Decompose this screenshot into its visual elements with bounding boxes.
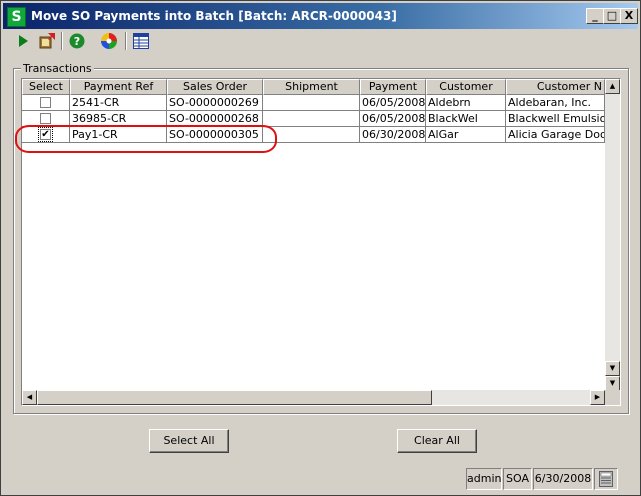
close-button[interactable]: X	[620, 8, 638, 24]
row-checkbox-checked[interactable]: ✔	[38, 127, 53, 142]
transactions-grid[interactable]: Select Payment Ref Sales Order Shipment …	[21, 78, 621, 406]
select-cell[interactable]	[22, 95, 70, 111]
scroll-right-icon[interactable]: ▶	[590, 390, 605, 405]
column-header-sales-order[interactable]: Sales Order	[167, 79, 263, 95]
column-header-customer[interactable]: Customer	[426, 79, 506, 95]
window-title: Move SO Payments into Batch [Batch: ARCR…	[31, 9, 397, 23]
calculator-icon[interactable]	[594, 468, 618, 490]
column-header-shipment[interactable]: Shipment	[263, 79, 360, 95]
scroll-left-icon[interactable]: ◀	[22, 390, 37, 405]
sales-order-cell: SO-0000000305	[167, 127, 263, 143]
minimize-button[interactable]: _	[586, 8, 604, 24]
sales-order-cell: SO-0000000268	[167, 111, 263, 127]
customer-name-cell: Blackwell Emulsion	[506, 111, 605, 127]
app-icon[interactable]: S	[7, 7, 26, 27]
toolbar-separator	[61, 32, 63, 50]
vertical-scrollbar[interactable]: ▲ ▼ ▼	[605, 79, 620, 391]
customer-name-cell: Alicia Garage Doors	[506, 127, 605, 143]
status-company: SOA	[503, 468, 532, 490]
grid-settings-icon[interactable]	[131, 31, 151, 51]
shipment-cell	[263, 111, 360, 127]
toolbar-separator	[125, 32, 127, 50]
column-header-payment[interactable]: Payment	[360, 79, 426, 95]
customer-cell: Aldebrn	[426, 95, 506, 111]
column-header-payment-ref[interactable]: Payment Ref	[70, 79, 167, 95]
payment-date-cell: 06/30/2008	[360, 127, 426, 143]
shipment-cell	[263, 95, 360, 111]
title-bar[interactable]: S Move SO Payments into Batch [Batch: AR…	[3, 3, 638, 29]
shipment-cell	[263, 127, 360, 143]
toolbar: ?	[3, 29, 638, 53]
customer-cell: AlGar	[426, 127, 506, 143]
horizontal-scrollbar[interactable]: ◀ ▶	[22, 390, 605, 405]
column-header-customer-name[interactable]: Customer N	[506, 79, 605, 95]
scroll-up-icon[interactable]: ▲	[605, 79, 620, 94]
scroll-bottom-icon[interactable]: ▼	[605, 376, 620, 391]
select-cell[interactable]	[22, 111, 70, 127]
export-icon[interactable]	[37, 31, 57, 51]
payment-ref-cell: 2541-CR	[70, 95, 167, 111]
table-row[interactable]: ✔ Pay1-CR SO-0000000305 06/30/2008 AlGar…	[22, 127, 605, 143]
sales-order-cell: SO-0000000269	[167, 95, 263, 111]
scroll-down-icon[interactable]: ▼	[605, 361, 620, 376]
table-row[interactable]: 2541-CR SO-0000000269 06/05/2008 Aldebrn…	[22, 95, 605, 111]
play-icon[interactable]	[13, 31, 33, 51]
payment-date-cell: 06/05/2008	[360, 95, 426, 111]
maximize-button[interactable]: □	[603, 8, 621, 24]
payment-ref-cell: 36985-CR	[70, 111, 167, 127]
svg-text:?: ?	[74, 35, 80, 48]
row-checkbox[interactable]	[40, 113, 51, 124]
main-window: S Move SO Payments into Batch [Batch: AR…	[0, 0, 641, 496]
payment-date-cell: 06/05/2008	[360, 111, 426, 127]
select-cell[interactable]: ✔	[22, 127, 70, 143]
scroll-corner	[605, 390, 620, 405]
color-wheel-icon[interactable]	[99, 31, 119, 51]
select-all-button[interactable]: Select All	[149, 429, 229, 453]
column-header-select[interactable]: Select	[22, 79, 70, 95]
grid-header: Select Payment Ref Sales Order Shipment …	[22, 79, 605, 95]
transactions-label: Transactions	[21, 62, 94, 75]
payment-ref-cell: Pay1-CR	[70, 127, 167, 143]
table-row[interactable]: 36985-CR SO-0000000268 06/05/2008 BlackW…	[22, 111, 605, 127]
status-user: admin	[466, 468, 502, 490]
status-date: 6/30/2008	[533, 468, 593, 490]
customer-cell: BlackWel	[426, 111, 506, 127]
help-icon[interactable]: ?	[67, 31, 87, 51]
clear-all-button[interactable]: Clear All	[397, 429, 477, 453]
horizontal-scroll-thumb[interactable]	[37, 390, 432, 405]
row-checkbox[interactable]	[40, 97, 51, 108]
customer-name-cell: Aldebaran, Inc.	[506, 95, 605, 111]
